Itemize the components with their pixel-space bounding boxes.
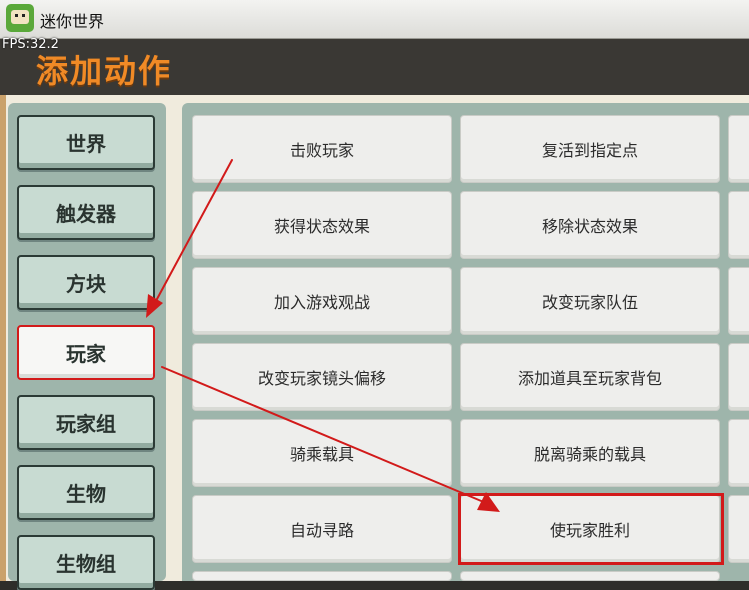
window-titlebar: 迷你世界 xyxy=(0,0,749,39)
action-auto-pathfind[interactable]: 自动寻路 xyxy=(192,495,452,563)
sidebar-item-player-group[interactable]: 玩家组 xyxy=(17,395,155,450)
action-button-next-row[interactable] xyxy=(192,571,452,581)
action-leave-vehicle[interactable]: 脱离骑乘的载具 xyxy=(460,419,720,487)
action-button-partial[interactable] xyxy=(728,191,749,259)
action-ride-vehicle[interactable]: 骑乘载具 xyxy=(192,419,452,487)
action-button-next-row[interactable] xyxy=(460,571,720,581)
page-title: 添加动作 xyxy=(36,52,173,90)
action-respawn-at-point[interactable]: 复活到指定点 xyxy=(460,115,720,183)
action-button-partial[interactable] xyxy=(728,267,749,335)
action-button-partial[interactable] xyxy=(728,419,749,487)
sidebar-item-block[interactable]: 方块 xyxy=(17,255,155,310)
sidebar-item-creature-group[interactable]: 生物组 xyxy=(17,535,155,590)
sidebar-item-player[interactable]: 玩家 xyxy=(17,325,155,380)
sidebar-item-trigger[interactable]: 触发器 xyxy=(17,185,155,240)
action-change-camera-offset[interactable]: 改变玩家镜头偏移 xyxy=(192,343,452,411)
action-button-partial[interactable] xyxy=(728,115,749,183)
highlight-box xyxy=(458,493,724,565)
action-gain-status-effect[interactable]: 获得状态效果 xyxy=(192,191,452,259)
sidebar-item-world[interactable]: 世界 xyxy=(17,115,155,170)
action-join-spectate[interactable]: 加入游戏观战 xyxy=(192,267,452,335)
app-icon xyxy=(6,4,34,32)
action-defeat-player[interactable]: 击败玩家 xyxy=(192,115,452,183)
action-change-team[interactable]: 改变玩家队伍 xyxy=(460,267,720,335)
fps-counter: FPS:32.2 xyxy=(2,37,59,52)
action-add-item-to-backpack[interactable]: 添加道具至玩家背包 xyxy=(460,343,720,411)
action-remove-status-effect[interactable]: 移除状态效果 xyxy=(460,191,720,259)
action-button-partial[interactable] xyxy=(728,343,749,411)
action-button-partial[interactable] xyxy=(728,495,749,563)
window-title: 迷你世界 xyxy=(40,12,105,31)
left-edge-strip xyxy=(0,95,6,581)
sidebar-item-creature[interactable]: 生物 xyxy=(17,465,155,520)
